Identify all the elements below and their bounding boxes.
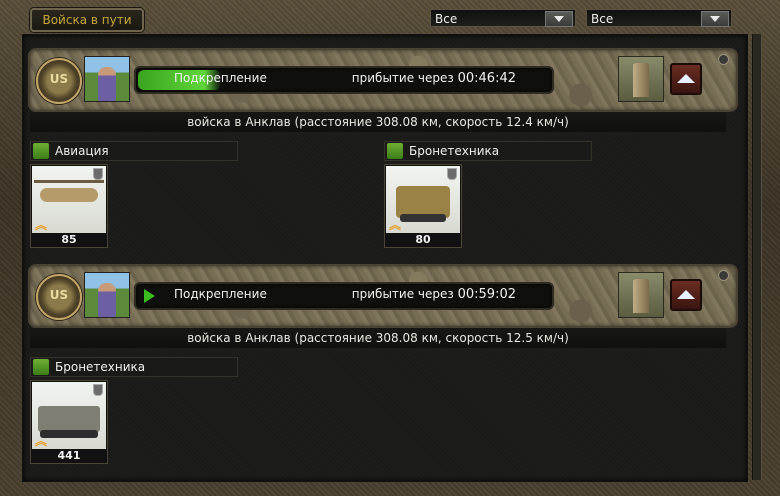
movement-progress-bar: Подкрепление прибытие через 00:59:02 xyxy=(134,282,554,310)
shield-icon xyxy=(93,168,103,180)
tank-icon xyxy=(33,359,49,375)
rank-chevron-icon: ︽ xyxy=(35,218,48,232)
unit-count: 441 xyxy=(31,449,107,463)
dropdown-arrow-icon[interactable] xyxy=(701,11,729,27)
movement-bar: Подкрепление прибытие через 00:46:42 xyxy=(28,48,738,112)
unit-card[interactable]: ︽ 85 xyxy=(30,164,108,248)
movement-bar: Подкрепление прибытие через 00:59:02 xyxy=(28,264,738,328)
tank-icon xyxy=(387,143,403,159)
unit-card[interactable]: ︽ 441 xyxy=(30,380,108,464)
filter-select-2[interactable]: Все xyxy=(586,9,732,27)
movement-type-label: Подкрепление xyxy=(174,71,267,85)
arrival-time: 00:46:42 xyxy=(457,71,516,86)
army-emblem-icon xyxy=(36,274,82,320)
arrival-prefix: прибытие через xyxy=(351,71,454,85)
destination-building-icon[interactable] xyxy=(618,56,664,102)
filter-select-1[interactable]: Все xyxy=(430,9,576,27)
shield-icon xyxy=(93,384,103,396)
unit-group-header: Бронетехника xyxy=(30,357,238,377)
filter-select-2-value: Все xyxy=(591,12,614,26)
movement-type-label: Подкрепление xyxy=(174,287,267,301)
filter-select-1-value: Все xyxy=(435,12,458,26)
unit-group-name: Бронетехника xyxy=(409,144,500,158)
avatar[interactable] xyxy=(84,56,130,102)
arrival-prefix: прибытие через xyxy=(351,287,454,301)
destination-building-icon[interactable] xyxy=(618,272,664,318)
unit-count: 80 xyxy=(385,233,461,247)
movement-progress-bar: Подкрепление прибытие через 00:46:42 xyxy=(134,66,554,94)
unit-group-header: Бронетехника xyxy=(384,141,592,161)
unit-group-name: Бронетехника xyxy=(55,360,146,374)
rivet-icon xyxy=(718,54,729,65)
shield-icon xyxy=(447,168,457,180)
army-emblem-icon xyxy=(36,58,82,104)
destination-info: войска в Анклав (расстояние 308.08 км, с… xyxy=(30,112,726,132)
avatar[interactable] xyxy=(84,272,130,318)
rank-chevron-icon: ︽ xyxy=(389,218,402,232)
collapse-button[interactable] xyxy=(670,279,702,311)
unit-card[interactable]: ︽ 80 xyxy=(384,164,462,248)
play-icon xyxy=(144,289,155,303)
rivet-icon xyxy=(718,270,729,281)
scrollbar[interactable] xyxy=(752,34,762,480)
unit-group-name: Авиация xyxy=(55,144,109,158)
arrival-time: 00:59:02 xyxy=(457,287,516,302)
tab-troops-in-transit[interactable]: Войска в пути xyxy=(30,8,144,32)
aviation-wings-icon xyxy=(33,143,49,159)
unit-group-header: Авиация xyxy=(30,141,238,161)
unit-count: 85 xyxy=(31,233,107,247)
collapse-button[interactable] xyxy=(670,63,702,95)
dropdown-arrow-icon[interactable] xyxy=(545,11,573,27)
arrival-timer: прибытие через 00:59:02 xyxy=(352,284,516,305)
arrival-timer: прибытие через 00:46:42 xyxy=(352,68,516,89)
destination-info: войска в Анклав (расстояние 308.08 км, с… xyxy=(30,328,726,348)
rank-chevron-icon: ︽ xyxy=(35,434,48,448)
